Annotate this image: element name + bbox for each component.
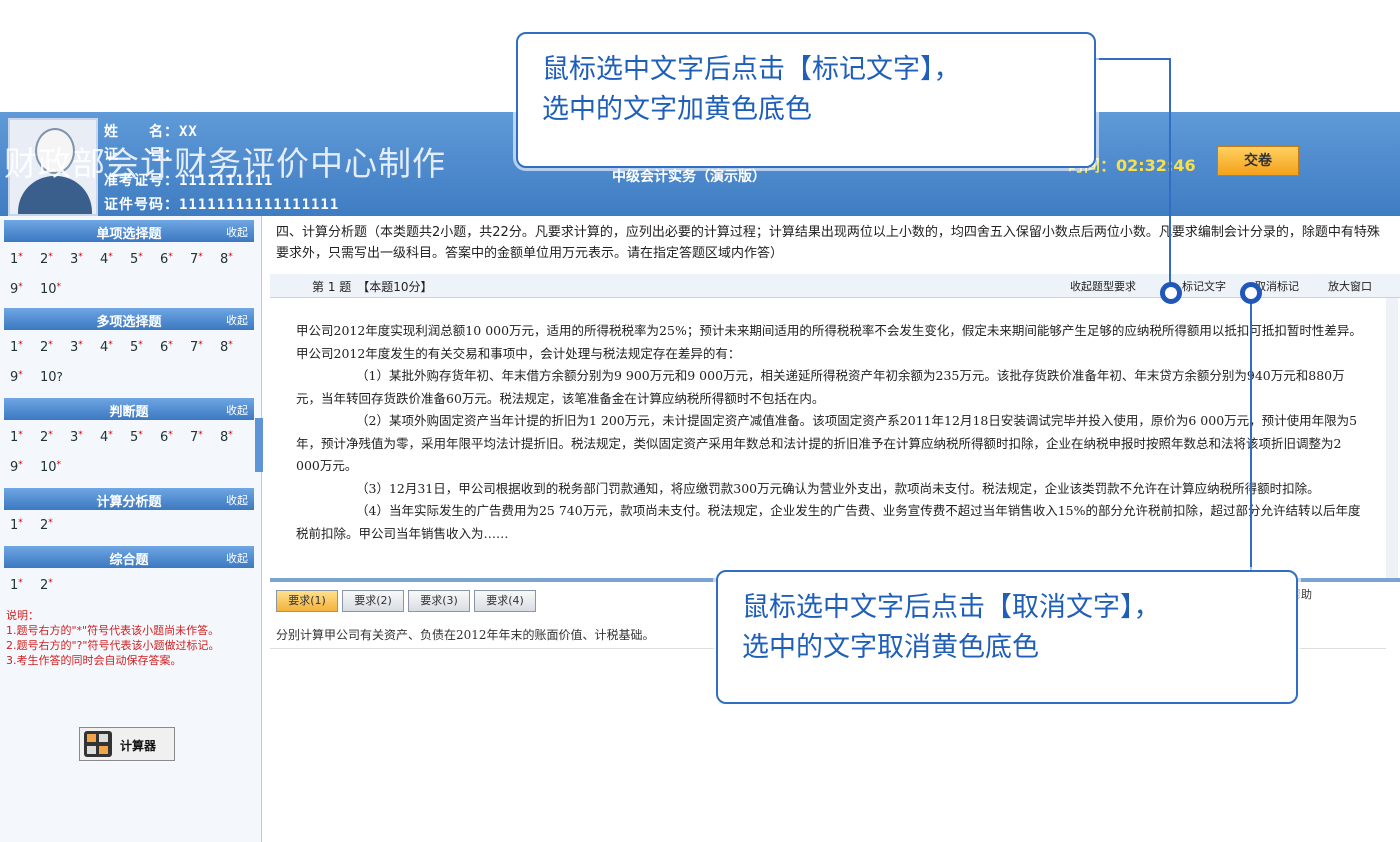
question-link[interactable]: 4: [100, 430, 130, 445]
unmark-text-pointer-icon: [1240, 282, 1262, 304]
calculator-icon: [84, 731, 112, 757]
tab-requirement-1[interactable]: 要求(1): [276, 590, 338, 612]
stem-scrollbar[interactable]: [1386, 298, 1398, 580]
question-list-true-false: 12345678: [10, 430, 250, 445]
question-link[interactable]: 3: [70, 340, 100, 355]
exam-title: 中级会计实务（演示版）: [612, 169, 766, 185]
question-number: 第 1 题 【本题10分】: [312, 280, 433, 294]
question-link[interactable]: 8: [220, 252, 250, 267]
question-link[interactable]: 2: [40, 340, 70, 355]
stem-paragraph: （4）当年实际发生的广告费用为25 740万元，款项尚未支付。税法规定，企业发生…: [296, 503, 1361, 541]
question-toolbar: 第 1 题 【本题10分】 收起题型要求 标记文字 取消标记 放大窗口: [270, 274, 1400, 298]
question-link[interactable]: 2: [40, 578, 70, 593]
question-link[interactable]: 5: [130, 252, 160, 267]
question-list-calculation: 12: [10, 518, 70, 533]
mark-text-button[interactable]: 标记文字: [1182, 278, 1226, 294]
requirement-text: 分别计算甲公司有关资产、负债在2012年年末的账面价值、计税基础。: [276, 628, 655, 642]
callout-connector: [1169, 58, 1171, 284]
stem-paragraph: （3）12月31日，甲公司根据收到的税务部门罚款通知，将应缴罚款300万元确认为…: [356, 480, 1320, 496]
certificate-number: 证件号码：11111111111111111: [104, 197, 340, 213]
question-link[interactable]: 2: [40, 430, 70, 445]
section-instructions: 四、计算分析题（本类题共2小题，共22分。凡要求计算的，应列出必要的计算过程；计…: [276, 225, 1380, 261]
question-link[interactable]: 1: [10, 518, 40, 533]
watermark: 财政部会计财务评价中心制作: [4, 144, 446, 183]
enlarge-window-button[interactable]: 放大窗口: [1328, 278, 1372, 294]
question-link[interactable]: 3: [70, 430, 100, 445]
exam-window: 姓 名：XX 证 号： 准考证号：1111111111 证件号码：1111111…: [0, 0, 1400, 842]
stem-paragraph: （2）某项外购固定资产当年计提的折旧为1 200万元，未计提固定资产减值准备。该…: [296, 413, 1358, 473]
collapse-link[interactable]: 收起: [226, 550, 248, 566]
question-list-multiple-choice: 12345678: [10, 340, 250, 355]
question-link[interactable]: 7: [190, 430, 220, 445]
callout-connector: [1094, 58, 1170, 60]
question-link[interactable]: 7: [190, 252, 220, 267]
callout-mark-text: 鼠标选中文字后点击【标记文字】， 选中的文字加黄色底色: [516, 32, 1096, 168]
question-list-single-choice: 12345678: [10, 252, 250, 267]
question-link[interactable]: 1: [10, 340, 40, 355]
calculator-button[interactable]: 计算器: [79, 727, 175, 761]
question-link[interactable]: 8: [220, 430, 250, 445]
question-link[interactable]: 1: [10, 578, 40, 593]
collapse-link[interactable]: 收起: [226, 312, 248, 328]
section-header-comprehensive[interactable]: 综合题 收起: [4, 546, 254, 568]
section-header-multiple-choice[interactable]: 多项选择题 收起: [4, 308, 254, 330]
section-header-true-false[interactable]: 判断题 收起: [4, 398, 254, 420]
question-link[interactable]: 6: [160, 340, 190, 355]
question-link[interactable]: 1: [10, 430, 40, 445]
question-link[interactable]: 5: [130, 340, 160, 355]
section-header-single-choice[interactable]: 单项选择题 收起: [4, 220, 254, 242]
mark-text-pointer-icon: [1160, 282, 1182, 304]
collapse-link[interactable]: 收起: [226, 492, 248, 508]
question-link[interactable]: 2: [40, 252, 70, 267]
question-link-marked[interactable]: 10: [40, 370, 70, 385]
question-link[interactable]: 6: [160, 252, 190, 267]
question-link[interactable]: 1: [10, 252, 40, 267]
question-stem[interactable]: 甲公司2012年度实现利润总额10 000万元，适用的所得税税率为25%；预计未…: [296, 320, 1368, 578]
stem-paragraph: 甲公司2012年度实现利润总额10 000万元，适用的所得税税率为25%；预计未…: [296, 323, 1362, 361]
question-link[interactable]: 9: [10, 282, 40, 297]
question-link[interactable]: 4: [100, 340, 130, 355]
question-link[interactable]: 4: [100, 252, 130, 267]
sidebar-collapse-handle[interactable]: [255, 418, 263, 472]
collapse-link[interactable]: 收起: [226, 224, 248, 240]
question-link[interactable]: 10: [40, 282, 70, 297]
tab-requirement-3[interactable]: 要求(3): [408, 590, 470, 612]
tab-requirement-4[interactable]: 要求(4): [474, 590, 536, 612]
question-link[interactable]: 10: [40, 460, 70, 475]
question-list-true-false-2: 910: [10, 460, 70, 475]
requirement-tabs: 要求(1) 要求(2) 要求(3) 要求(4): [276, 589, 540, 613]
collapse-requirements-button[interactable]: 收起题型要求: [1070, 278, 1136, 294]
question-link[interactable]: 7: [190, 340, 220, 355]
question-link[interactable]: 9: [10, 460, 40, 475]
instructions-notes: 说明： 1.题号右方的"*"符号代表该小题尚未作答。 2.题号右方的"?"符号代…: [6, 609, 220, 667]
stem-paragraph: （1）某批外购存货年初、年末借方余额分别为9 900万元和9 000万元，相关递…: [296, 368, 1345, 406]
tab-requirement-2[interactable]: 要求(2): [342, 590, 404, 612]
section-header-calculation[interactable]: 计算分析题 收起: [4, 488, 254, 510]
callout-connector: [1250, 296, 1252, 572]
question-link[interactable]: 3: [70, 252, 100, 267]
question-link[interactable]: 2: [40, 518, 70, 533]
question-link[interactable]: 8: [220, 340, 250, 355]
submit-button[interactable]: 交卷: [1217, 146, 1299, 176]
question-list-multiple-choice-2: 910: [10, 370, 70, 385]
question-link[interactable]: 6: [160, 430, 190, 445]
question-link[interactable]: 9: [10, 370, 40, 385]
callout-unmark-text: 鼠标选中文字后点击【取消文字】， 选中的文字取消黄色底色: [716, 570, 1298, 704]
question-link[interactable]: 5: [130, 430, 160, 445]
question-list-comprehensive: 12: [10, 578, 70, 593]
question-list-single-choice-2: 910: [10, 282, 70, 297]
collapse-link[interactable]: 收起: [226, 402, 248, 418]
